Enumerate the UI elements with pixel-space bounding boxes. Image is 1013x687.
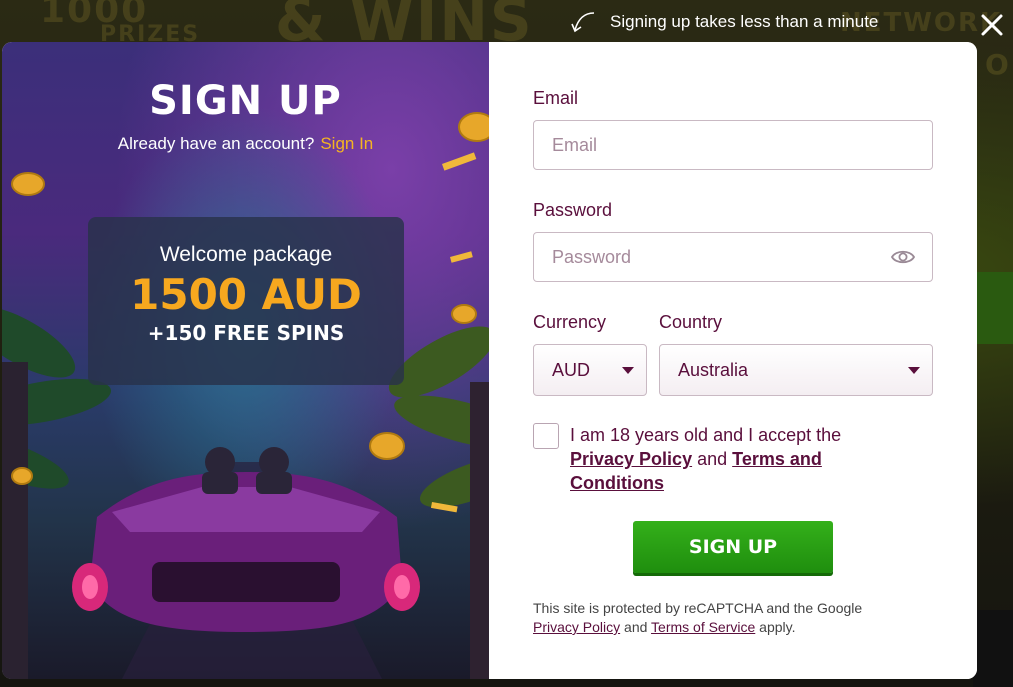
background-footer [973,610,1013,687]
terms-and-text: and [697,449,728,469]
country-select[interactable]: Australia [659,344,933,396]
signup-form: Email Password Currency Country AUD Aust… [489,42,977,679]
age-terms-checkbox[interactable] [533,423,559,449]
signup-modal: SIGN UP Already have an account? Sign In … [2,42,977,679]
welcome-package-label: Welcome package [159,243,333,266]
account-prompt: Already have an account? Sign In [2,134,489,154]
password-field[interactable] [534,233,932,281]
currency-value: AUD [552,359,591,380]
recaptcha-apply-text: apply. [759,619,796,635]
email-label: Email [533,88,579,108]
recaptcha-notice: This site is protected by reCAPTCHA and … [533,599,913,637]
signup-hint: Signing up takes less than a minute [570,9,878,35]
currency-select[interactable]: AUD [533,344,647,396]
account-prompt-text: Already have an account? [117,134,315,153]
password-field-wrapper [533,232,933,282]
promo-title: SIGN UP [149,78,342,124]
privacy-policy-link[interactable]: Privacy Policy [570,449,692,469]
email-field[interactable] [534,121,932,169]
background-text-op: OP [985,48,1013,81]
background-banner [973,272,1013,344]
country-label: Country [659,312,723,332]
signin-link[interactable]: Sign In [320,134,373,153]
eye-icon[interactable] [890,246,916,268]
email-field-wrapper [533,120,933,170]
promo-panel: SIGN UP Already have an account? Sign In … [2,42,489,679]
welcome-package-spins: +150 FREE SPINS [147,321,345,345]
chevron-down-icon [622,367,634,374]
password-label: Password [533,200,613,220]
recaptcha-text: This site is protected by reCAPTCHA and … [533,600,863,616]
country-value: Australia [678,359,749,380]
signup-hint-text: Signing up takes less than a minute [610,12,879,31]
signup-button[interactable]: SIGN UP [633,521,833,573]
recaptcha-and-text: and [624,619,648,635]
recaptcha-privacy-link[interactable]: Privacy Policy [533,619,620,635]
close-icon[interactable] [979,12,1005,38]
currency-label: Currency [533,312,607,332]
curved-arrow-icon [571,12,595,33]
chevron-down-icon [908,367,920,374]
recaptcha-terms-link[interactable]: Terms of Service [651,619,755,635]
welcome-package-box: Welcome package 1500 AUD +150 FREE SPINS [88,217,404,385]
terms-text: I am 18 years old and I accept the [570,425,842,445]
age-terms-text: I am 18 years old and I accept the Priva… [570,423,890,495]
welcome-package-amount: 1500 AUD [130,270,362,319]
